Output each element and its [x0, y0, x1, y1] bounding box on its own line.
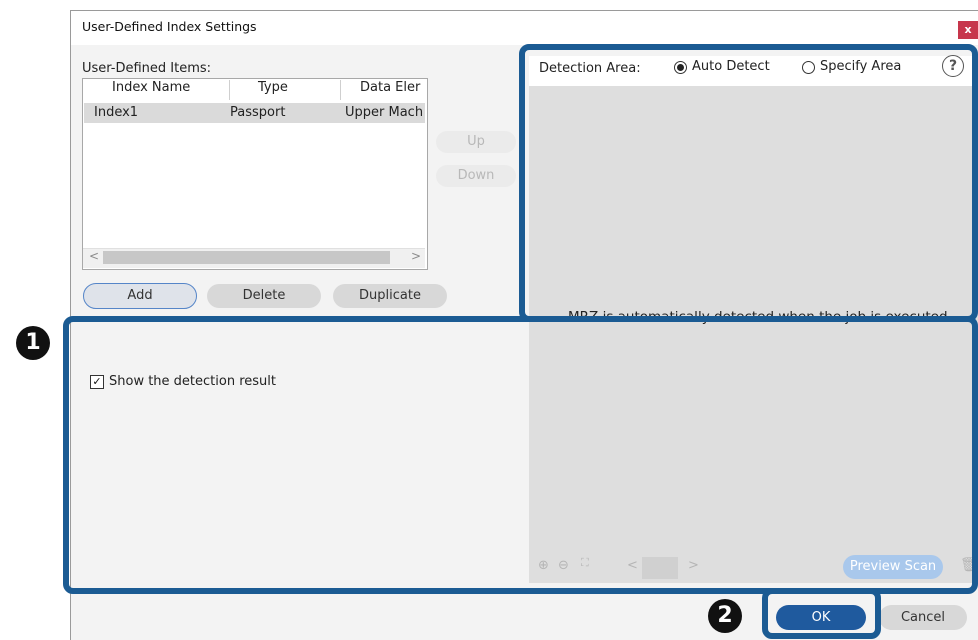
cell-data-element: Upper Mach: [345, 105, 424, 120]
highlight-detection-area: [519, 44, 978, 322]
column-header-data-element[interactable]: Data Eler: [360, 80, 420, 95]
scrollbar-thumb[interactable]: [103, 251, 390, 264]
cell-index-name: Index1: [94, 105, 139, 120]
add-button[interactable]: Add: [83, 283, 197, 309]
column-header-type[interactable]: Type: [258, 80, 288, 95]
duplicate-button[interactable]: Duplicate: [333, 284, 447, 308]
delete-button[interactable]: Delete: [207, 284, 321, 308]
cell-type: Passport: [230, 105, 286, 120]
close-button[interactable]: x: [958, 21, 978, 39]
highlight-ok-button: [762, 588, 881, 639]
step-marker-2: 2: [708, 599, 742, 633]
column-separator: [340, 80, 341, 100]
cancel-button[interactable]: Cancel: [879, 605, 967, 630]
up-button[interactable]: Up: [436, 131, 516, 153]
scroll-right-icon[interactable]: >: [411, 249, 421, 263]
column-separator: [229, 80, 230, 100]
step-marker-1: 1: [16, 326, 50, 360]
user-defined-items-label: User-Defined Items:: [82, 61, 212, 76]
scroll-left-icon[interactable]: <: [89, 249, 99, 263]
column-header-index-name[interactable]: Index Name: [112, 80, 190, 95]
window-title: User-Defined Index Settings: [82, 19, 257, 34]
down-button[interactable]: Down: [436, 165, 516, 187]
highlight-options-area: [63, 316, 978, 594]
